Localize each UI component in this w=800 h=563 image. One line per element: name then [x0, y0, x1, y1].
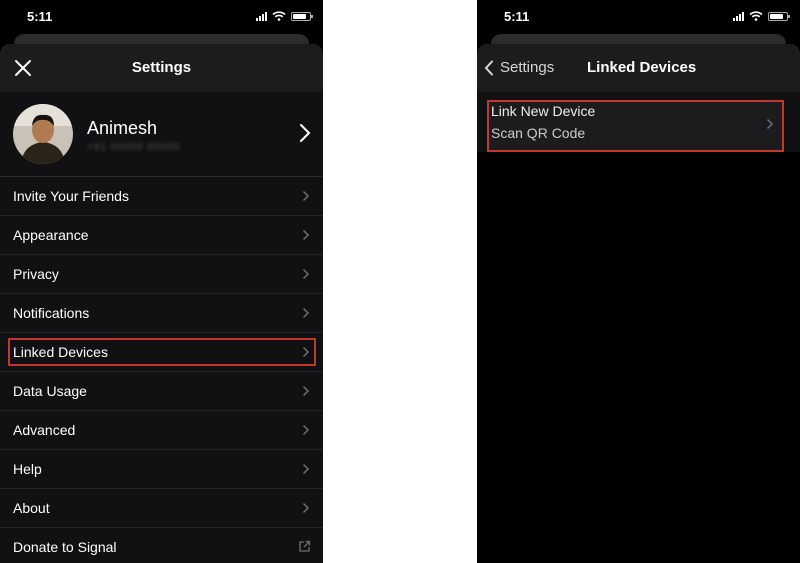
menu-item-data-usage[interactable]: Data Usage — [0, 372, 323, 411]
menu-item-invite-your-friends[interactable]: Invite Your Friends — [0, 177, 323, 216]
chevron-right-icon — [302, 346, 310, 358]
menu-item-label: Donate to Signal — [13, 539, 117, 555]
linked-devices-screen: 5:11 Settings Linked Devices Link New De… — [477, 0, 800, 563]
chevron-right-icon — [302, 385, 310, 397]
page-title: Linked Devices — [587, 59, 697, 76]
link-new-device-button[interactable]: Link New Device Scan QR Code — [487, 100, 784, 152]
menu-item-label: Appearance — [13, 227, 89, 243]
menu-item-appearance[interactable]: Appearance — [0, 216, 323, 255]
menu-item-label: Advanced — [13, 422, 76, 438]
menu-item-label: About — [13, 500, 50, 516]
menu-item-linked-devices[interactable]: Linked Devices — [0, 333, 323, 372]
menu-item-label: Privacy — [13, 266, 59, 282]
battery-icon — [291, 11, 313, 21]
status-time: 5:11 — [27, 9, 53, 24]
navigation-bar: Settings Linked Devices — [477, 44, 800, 92]
menu-item-label: Notifications — [13, 305, 90, 321]
status-time: 5:11 — [504, 9, 530, 24]
link-new-device-label: Link New Device — [491, 103, 596, 119]
chevron-right-icon — [302, 463, 310, 475]
profile-row[interactable]: Animesh +91 00000 00000 — [0, 92, 323, 177]
menu-item-advanced[interactable]: Advanced — [0, 411, 323, 450]
menu-item-help[interactable]: Help — [0, 450, 323, 489]
cellular-signal-icon — [733, 11, 744, 21]
profile-name: Animesh — [87, 118, 158, 138]
menu-item-label: Invite Your Friends — [13, 188, 129, 204]
menu-item-label: Data Usage — [13, 383, 87, 399]
chevron-right-icon — [302, 307, 310, 319]
chevron-right-icon — [302, 268, 310, 280]
wifi-icon — [749, 11, 763, 21]
avatar — [13, 104, 73, 164]
status-bar: 5:11 — [0, 0, 323, 34]
chevron-right-icon — [302, 424, 310, 436]
content-area — [477, 152, 800, 563]
settings-menu: Invite Your Friends Appearance Privacy N… — [0, 177, 323, 563]
scan-qr-code-label: Scan QR Code — [491, 125, 586, 141]
status-bar: 5:11 — [477, 0, 800, 34]
chevron-right-icon — [302, 229, 310, 241]
menu-item-notifications[interactable]: Notifications — [0, 294, 323, 333]
profile-phone: +91 00000 00000 — [87, 142, 181, 153]
menu-item-label: Help — [13, 461, 42, 477]
menu-item-donate-to-signal[interactable]: Donate to Signal — [0, 528, 323, 563]
chevron-right-icon — [302, 502, 310, 514]
back-button-label: Settings — [500, 59, 555, 76]
battery-icon — [768, 11, 790, 21]
wifi-icon — [272, 11, 286, 21]
external-link-icon — [299, 540, 311, 552]
chevron-left-icon — [484, 60, 493, 75]
cellular-signal-icon — [256, 11, 267, 21]
chevron-right-icon — [300, 124, 311, 142]
menu-item-privacy[interactable]: Privacy — [0, 255, 323, 294]
settings-screen: 5:11 Settings Animesh +91 00000 00000 In… — [0, 0, 323, 563]
chevron-right-icon — [766, 118, 774, 130]
navigation-bar: Settings — [0, 44, 323, 92]
back-button[interactable]: Settings — [484, 59, 554, 76]
chevron-right-icon — [302, 190, 310, 202]
menu-item-label: Linked Devices — [13, 344, 108, 360]
page-title: Settings — [131, 59, 192, 76]
menu-item-about[interactable]: About — [0, 489, 323, 528]
